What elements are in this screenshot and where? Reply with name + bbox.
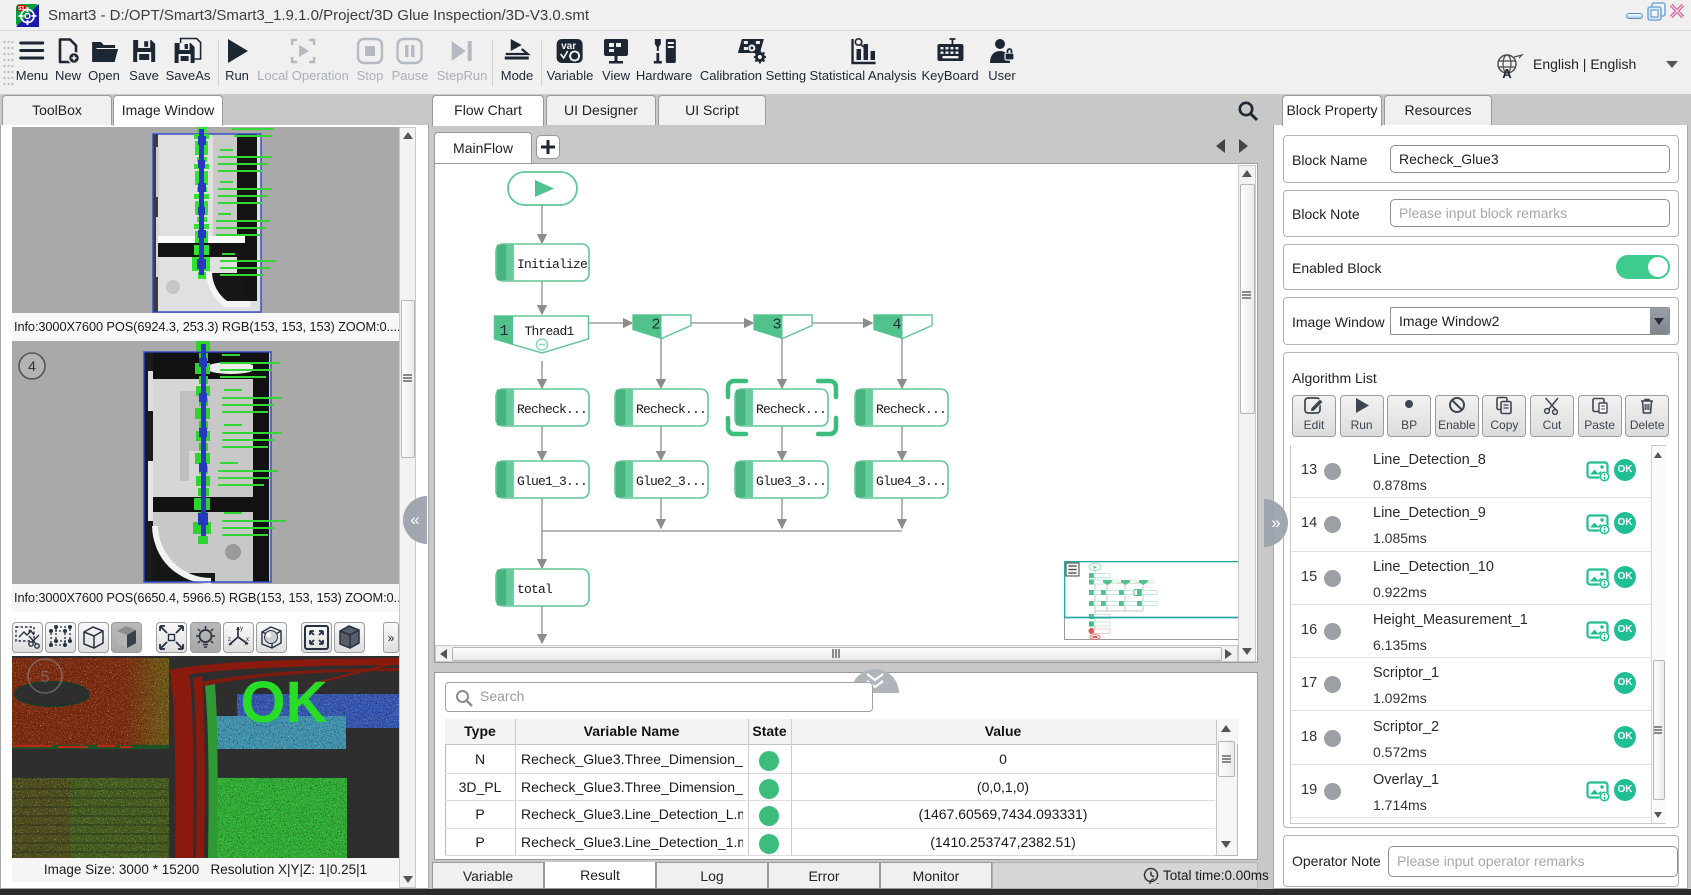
svg-text:Glue1_3...: Glue1_3... <box>517 474 587 489</box>
svg-text:x: x <box>246 637 249 643</box>
svg-text:Recheck...: Recheck... <box>517 402 587 417</box>
svg-text:A: A <box>1502 66 1512 79</box>
svg-text:Initialize: Initialize <box>517 257 587 272</box>
svg-text:Recheck...: Recheck... <box>876 402 946 417</box>
svg-text:var: var <box>561 41 576 52</box>
svg-text:z: z <box>228 637 231 643</box>
svg-text:5: 5 <box>41 669 50 686</box>
svg-text:Recheck...: Recheck... <box>636 402 706 417</box>
svg-text:4: 4 <box>28 358 36 374</box>
svg-text:4: 4 <box>892 317 901 334</box>
svg-text:y: y <box>240 626 243 632</box>
svg-text:OK: OK <box>241 670 328 735</box>
svg-text:Glue4_3...: Glue4_3... <box>876 474 946 489</box>
svg-text:total: total <box>517 582 553 597</box>
svg-text:Glue3_3...: Glue3_3... <box>756 474 826 489</box>
svg-text:Thread1: Thread1 <box>524 324 574 339</box>
svg-text:1: 1 <box>499 323 508 340</box>
svg-text:Recheck...: Recheck... <box>756 402 826 417</box>
svg-text:Glue2_3...: Glue2_3... <box>636 474 706 489</box>
svg-text:3: 3 <box>772 317 781 334</box>
svg-text:2: 2 <box>651 317 660 334</box>
